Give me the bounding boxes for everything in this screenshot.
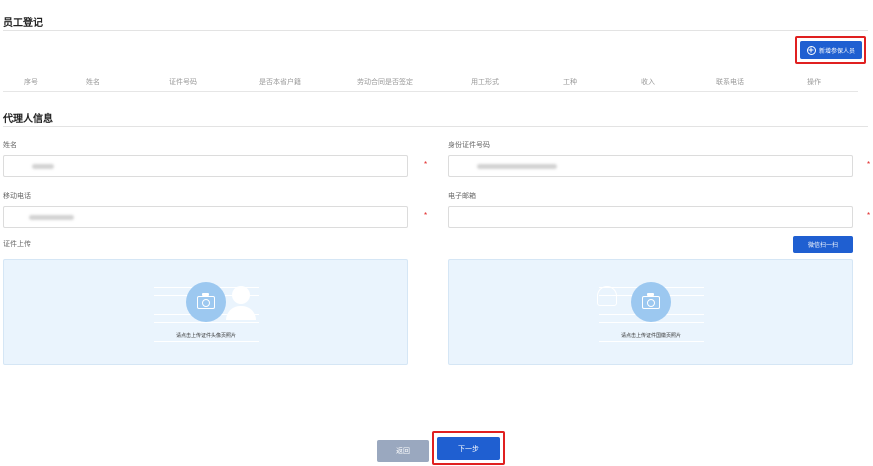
upload-back-hint: 请点击上传证件国徽页照片 [620, 333, 682, 339]
employee-section-divider [3, 30, 868, 31]
upload-id-front-area[interactable]: 请点击上传证件头像页照片 [3, 259, 408, 365]
employee-table-header: 序号 姓名 证件号码 是否本省户籍 劳动合同是否签定 用工形式 工种 收入 联系… [3, 72, 858, 92]
name-required-mark: * [424, 160, 428, 169]
mobile-value-redacted [29, 215, 74, 220]
back-button[interactable]: 返回 [377, 440, 429, 462]
col-index: 序号 [24, 79, 38, 86]
employee-section-title: 员工登记 [3, 18, 43, 29]
upload-id-back-area[interactable]: 请点击上传证件国徽页照片 [448, 259, 853, 365]
id-number-label: 身份证件号码 [448, 142, 490, 149]
col-contract-signed: 劳动合同是否签定 [357, 79, 413, 86]
col-income: 收入 [641, 79, 655, 86]
agent-section-title: 代理人信息 [3, 114, 53, 125]
id-number-value-redacted [477, 164, 557, 169]
camera-icon [186, 282, 226, 322]
national-emblem-icon [597, 286, 617, 306]
camera-icon [631, 282, 671, 322]
decor-line [599, 322, 704, 323]
col-job-type: 工种 [563, 79, 577, 86]
mobile-required-mark: * [424, 211, 428, 220]
name-value-redacted [32, 164, 54, 169]
id-number-required-mark: * [867, 160, 871, 169]
mobile-label: 移动电话 [3, 193, 31, 200]
agent-section-divider [3, 126, 868, 127]
id-number-input[interactable] [448, 155, 853, 177]
upload-label: 证件上传 [3, 241, 31, 248]
col-employment-type: 用工形式 [471, 79, 499, 86]
col-local-hukou: 是否本省户籍 [259, 79, 301, 86]
col-phone: 联系电话 [716, 79, 744, 86]
col-actions: 操作 [807, 79, 821, 86]
person-silhouette-body [226, 306, 256, 320]
email-input[interactable] [448, 206, 853, 228]
col-id-number: 证件号码 [169, 79, 197, 86]
decor-line [154, 341, 259, 342]
wechat-scan-button[interactable]: 微信扫一扫 [793, 236, 853, 253]
col-name: 姓名 [86, 79, 100, 86]
next-button-highlight [432, 431, 505, 465]
person-silhouette-head [232, 286, 250, 304]
mobile-input[interactable] [3, 206, 408, 228]
name-label: 姓名 [3, 142, 17, 149]
decor-line [154, 322, 259, 323]
add-button-highlight [795, 36, 866, 64]
upload-front-hint: 请点击上传证件头像页照片 [175, 333, 237, 339]
email-label: 电子邮箱 [448, 193, 476, 200]
email-required-mark: * [867, 211, 871, 220]
decor-line [599, 341, 704, 342]
name-input[interactable] [3, 155, 408, 177]
